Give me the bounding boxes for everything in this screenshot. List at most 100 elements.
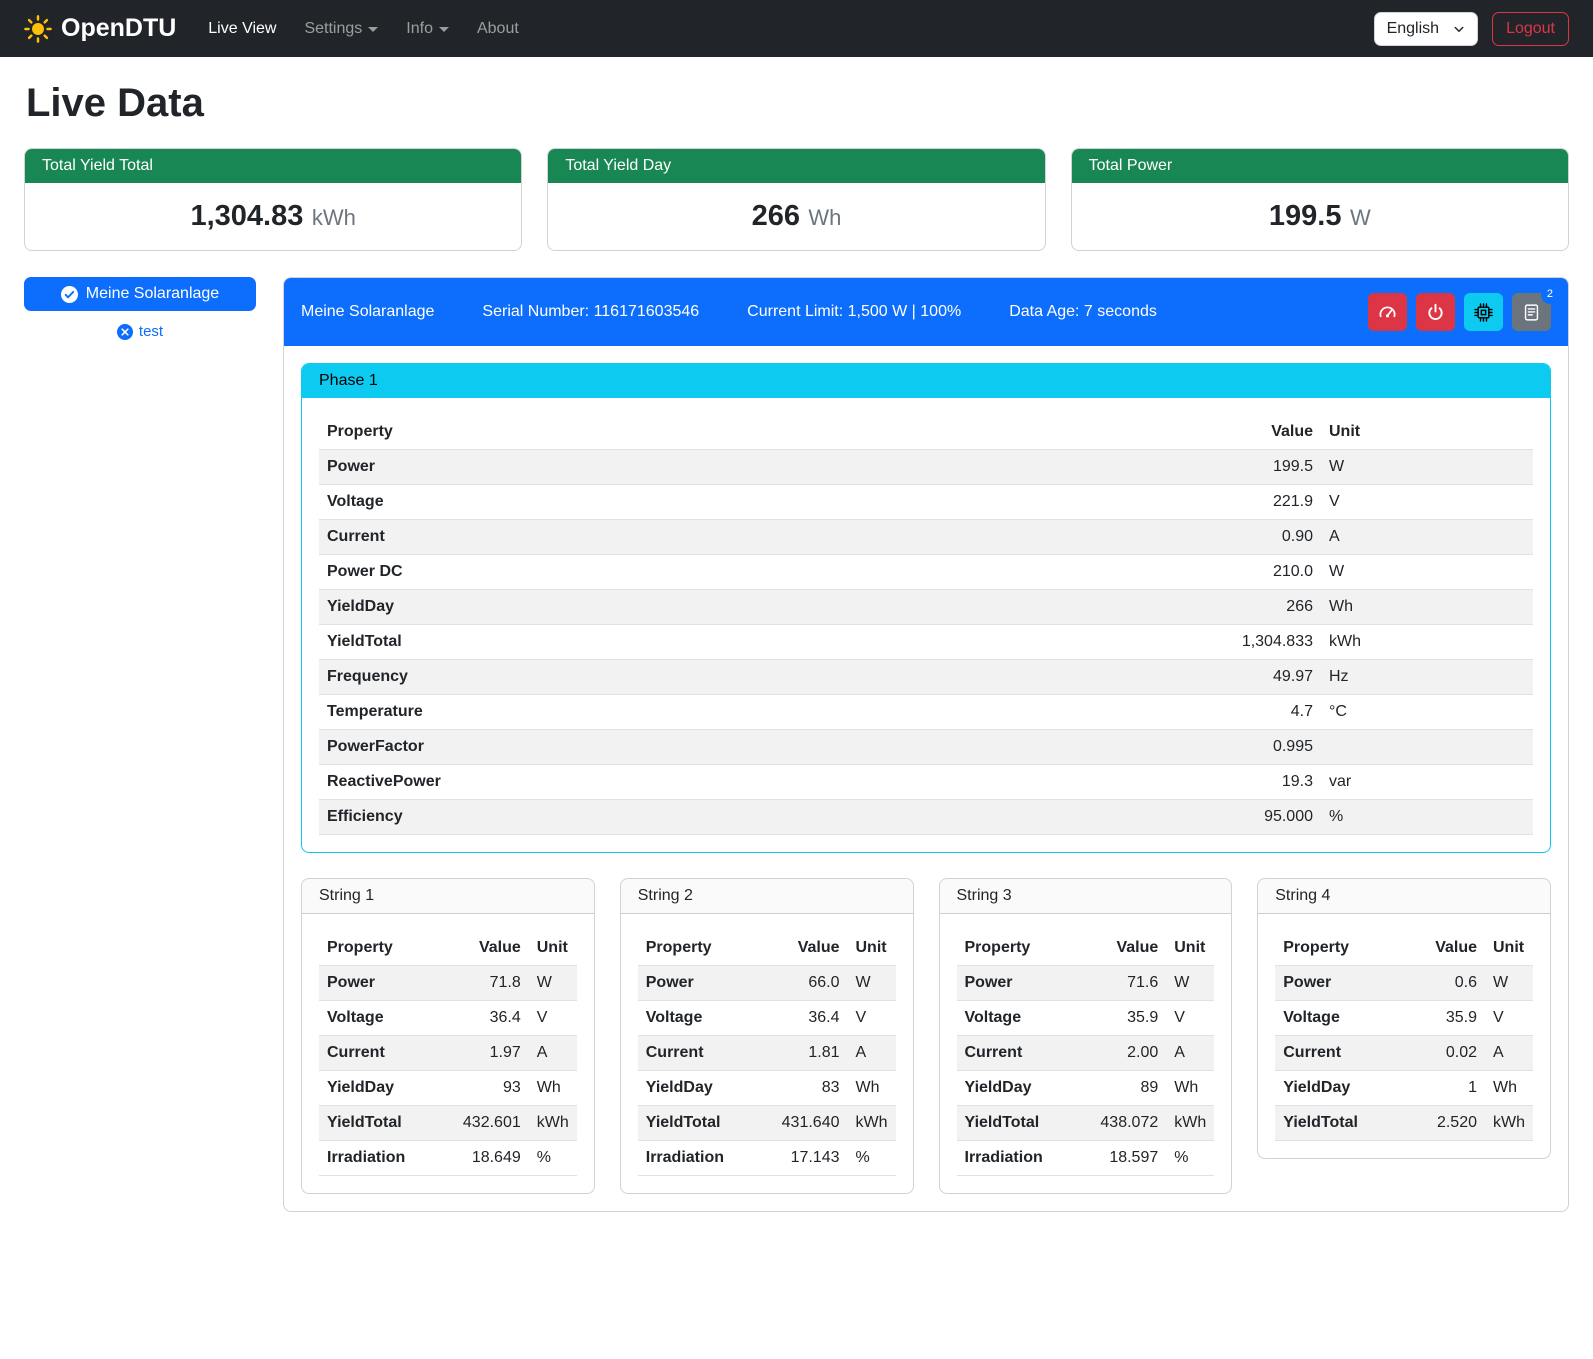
row-value: 36.4	[455, 1001, 529, 1036]
power-button[interactable]	[1416, 293, 1455, 331]
limit-settings-button[interactable]	[1368, 293, 1407, 331]
row-value: 1.97	[455, 1036, 529, 1071]
col-header-unit: Unit	[848, 931, 896, 966]
nav-item-about[interactable]: About	[463, 12, 533, 46]
row-unit: %	[529, 1141, 577, 1176]
string-table: Property Value Unit Power	[1275, 931, 1533, 1141]
card-header: Total Power	[1072, 149, 1568, 183]
table-row: Current 1.81 A	[638, 1036, 896, 1071]
row-property: Power	[1275, 966, 1413, 1001]
table-row: Current 0.90 A	[319, 520, 1533, 555]
table-row: YieldDay 89 Wh	[957, 1071, 1215, 1106]
event-log-button[interactable]: 2	[1512, 293, 1551, 331]
table-row: Current 1.97 A	[319, 1036, 577, 1071]
logout-button[interactable]: Logout	[1492, 12, 1569, 46]
table-header-row: Property Value Unit	[319, 931, 577, 966]
total-power-unit: W	[1350, 205, 1371, 230]
card-body: 1,304.83 kWh	[25, 183, 521, 250]
nav-settings-label: Settings	[304, 20, 362, 38]
row-value: 17.143	[774, 1141, 848, 1176]
table-row: Irradiation 18.649 %	[319, 1141, 577, 1176]
table-row: PowerFactor 0.995	[319, 730, 1533, 765]
row-unit: Wh	[529, 1071, 577, 1106]
table-header-row: Property Value Unit	[638, 931, 896, 966]
table-row: YieldTotal 432.601 kWh	[319, 1106, 577, 1141]
speedometer-icon	[1378, 303, 1397, 322]
row-property: Current	[957, 1036, 1093, 1071]
col-header-property: Property	[319, 931, 455, 966]
language-select[interactable]: English	[1374, 12, 1478, 46]
row-value: 2.00	[1092, 1036, 1166, 1071]
string-card-body: Property Value Unit Power	[621, 914, 913, 1193]
row-value: 49.97	[1191, 660, 1321, 695]
string-card-1: String 1 Property Value Unit	[301, 878, 595, 1194]
row-property: Power	[319, 450, 1191, 485]
col-header-value: Value	[1413, 931, 1485, 966]
row-unit: V	[529, 1001, 577, 1036]
nav-item-live-view[interactable]: Live View	[194, 12, 290, 46]
table-row: YieldTotal 438.072 kWh	[957, 1106, 1215, 1141]
chevron-down-icon	[439, 27, 449, 32]
string-card-title: String 2	[621, 879, 913, 914]
string-card-body: Property Value Unit Power	[940, 914, 1232, 1193]
nav-item-settings[interactable]: Settings	[290, 12, 392, 46]
row-value: 1,304.833	[1191, 625, 1321, 660]
row-property: ReactivePower	[319, 765, 1191, 800]
table-row: YieldDay 93 Wh	[319, 1071, 577, 1106]
brand[interactable]: OpenDTU	[24, 14, 176, 43]
table-header-row: Property Value Unit	[957, 931, 1215, 966]
row-unit: var	[1321, 765, 1533, 800]
inverter-sidebar: Meine Solaranlage test	[24, 277, 256, 340]
row-property: Power	[957, 966, 1093, 1001]
string-card-2: String 2 Property Value Unit	[620, 878, 914, 1194]
row-property: Voltage	[957, 1001, 1093, 1036]
row-property: YieldDay	[638, 1071, 774, 1106]
row-unit: A	[1166, 1036, 1214, 1071]
row-unit: W	[848, 966, 896, 1001]
inverter-serial: Serial Number: 116171603546	[482, 303, 699, 321]
row-unit: Wh	[1321, 590, 1533, 625]
row-unit: %	[1321, 800, 1533, 835]
col-header-property: Property	[319, 415, 1191, 450]
card-total-yield-day: Total Yield Day 266 Wh	[547, 148, 1045, 251]
sidebar-item-test[interactable]: test	[24, 323, 256, 340]
content-row: Meine Solaranlage test Meine Solaranlage…	[24, 277, 1569, 1212]
row-unit: Wh	[1485, 1071, 1533, 1106]
row-unit: V	[1166, 1001, 1214, 1036]
inverter-select-label: Meine Solaranlage	[86, 285, 219, 303]
row-property: YieldTotal	[319, 1106, 455, 1141]
table-row: Voltage 221.9 V	[319, 485, 1533, 520]
inverter-data-age: Data Age: 7 seconds	[1009, 303, 1157, 321]
table-row: Power 0.6 W	[1275, 966, 1533, 1001]
string-table-body: Power 71.8 W Voltage 36.4 V	[319, 966, 577, 1176]
nav-links: Live View Settings Info About	[194, 12, 533, 46]
col-header-value: Value	[1191, 415, 1321, 450]
chevron-down-icon	[1453, 23, 1465, 35]
row-value: 18.649	[455, 1141, 529, 1176]
row-property: YieldDay	[957, 1071, 1093, 1106]
string-table-body: Power 71.6 W Voltage 35.9 V	[957, 966, 1215, 1176]
row-value: 36.4	[774, 1001, 848, 1036]
nav-about-label: About	[477, 20, 519, 38]
string-table: Property Value Unit Power	[638, 931, 896, 1176]
nav-item-info[interactable]: Info	[392, 12, 463, 46]
string-table-body: Power 66.0 W Voltage 36.4 V	[638, 966, 896, 1176]
row-value: 0.995	[1191, 730, 1321, 765]
col-header-value: Value	[455, 931, 529, 966]
inverter-limit: Current Limit: 1,500 W | 100%	[747, 303, 961, 321]
col-header-unit: Unit	[529, 931, 577, 966]
row-value: 66.0	[774, 966, 848, 1001]
device-info-button[interactable]	[1464, 293, 1503, 331]
row-unit: W	[1166, 966, 1214, 1001]
row-unit: W	[1321, 450, 1533, 485]
navbar-right: English Logout	[1374, 12, 1569, 46]
row-property: Voltage	[319, 485, 1191, 520]
row-unit: °C	[1321, 695, 1533, 730]
phase-card-body: Property Value Unit Power	[302, 398, 1550, 852]
inverter-select-button[interactable]: Meine Solaranlage	[24, 277, 256, 311]
total-yield-day-unit: Wh	[808, 205, 841, 230]
row-unit: W	[529, 966, 577, 1001]
phase-card: Phase 1 Property Value Unit	[301, 363, 1551, 853]
row-unit: V	[848, 1001, 896, 1036]
row-property: PowerFactor	[319, 730, 1191, 765]
